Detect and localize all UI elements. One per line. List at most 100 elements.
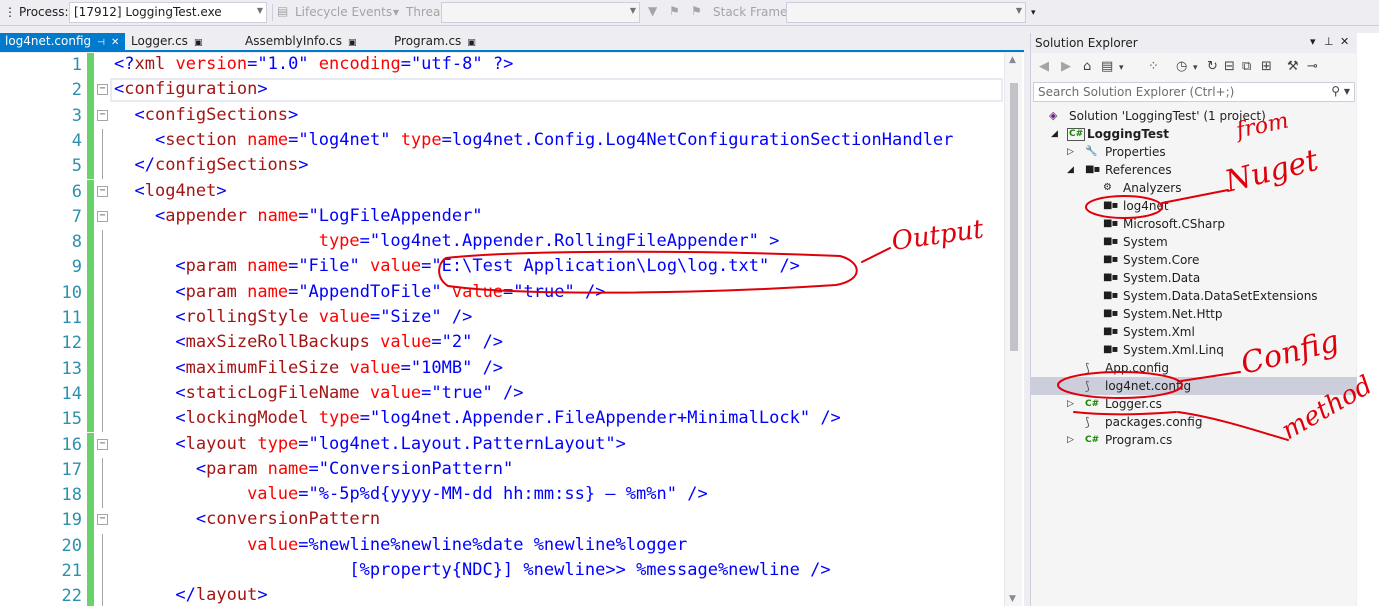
close-icon[interactable]: ✕ <box>1340 35 1349 48</box>
code-text: <param name="ConversionPattern" <box>195 458 514 479</box>
collapse-icon[interactable]: − <box>97 109 108 121</box>
chevron-down-icon[interactable]: ▼ <box>1344 87 1350 96</box>
collapsed-arrow-icon[interactable]: ▷ <box>1067 143 1074 161</box>
tree-item[interactable]: ▷ C# Program.cs <box>1031 431 1357 449</box>
code-line[interactable]: 14 <staticLogFileName value="true" /> <box>0 381 1005 408</box>
search-icon[interactable]: ⚲ <box>1331 84 1340 98</box>
code-line[interactable]: 20 value=%newline%newline%date %newline%… <box>0 533 1005 559</box>
tree-item[interactable]: ■▪ System.Data.DataSetExtensions <box>1031 287 1357 305</box>
tree-item[interactable]: ◢ C# LoggingTest <box>1031 125 1357 143</box>
expanded-arrow-icon[interactable]: ◢ <box>1067 161 1074 179</box>
scroll-up-icon[interactable]: ▲ <box>1009 55 1016 65</box>
code-line[interactable]: 13 <maximumFileSize value="10MB" /> <box>0 356 1005 382</box>
switch-views-icon[interactable]: ▤ <box>1101 59 1113 74</box>
stack-frame-dropdown[interactable]: ▼ <box>786 2 1026 23</box>
tree-item[interactable]: ▷ C# Logger.cs <box>1031 395 1357 413</box>
tab-assemblyinfo-cs[interactable]: AssemblyInfo.cs ▣ <box>240 33 385 50</box>
collapse-icon[interactable]: − <box>97 185 108 197</box>
code-line[interactable]: 18 value="%-5p%d{yyyy-MM-dd hh:mm:ss} – … <box>0 483 1005 509</box>
code-line[interactable]: 12 <maxSizeRollBackups value="2" /> <box>0 331 1005 357</box>
collapsed-arrow-icon[interactable]: ▷ <box>1067 431 1074 449</box>
scrollbar-thumb[interactable] <box>1010 83 1018 351</box>
code-line[interactable]: 9 <param name="File" value="E:\Test Appl… <box>0 255 1005 281</box>
reference-icon: ■▪ <box>1103 272 1118 283</box>
solution-search-input[interactable]: Search Solution Explorer (Ctrl+;) ⚲ ▼ <box>1033 82 1355 102</box>
show-all-files-icon[interactable]: ⧉ <box>1242 59 1251 74</box>
home-icon[interactable]: ⌂ <box>1083 59 1091 74</box>
back-icon[interactable]: ◀ <box>1039 59 1049 74</box>
flagged-threads-icon[interactable]: ⚑ <box>691 4 702 18</box>
lifecycle-events-dropdown-icon[interactable]: ▾ <box>393 5 399 19</box>
tree-item[interactable]: ■▪ Microsoft.CSharp <box>1031 215 1357 233</box>
toolbar-grip[interactable]: ⋮ <box>4 5 16 19</box>
code-line[interactable]: 3 − <configSections> <box>0 103 1005 129</box>
tree-item[interactable]: ⚙ Analyzers <box>1031 179 1357 197</box>
tree-item[interactable]: ■▪ System.Data <box>1031 269 1357 287</box>
code-line[interactable]: 2 − <configuration> <box>0 78 1005 104</box>
code-line[interactable]: 15 <lockingModel type="log4net.Appender.… <box>0 407 1005 433</box>
tree-item[interactable]: ⟆ log4net.config <box>1031 377 1357 395</box>
tree-item[interactable]: ■▪ System.Net.Http <box>1031 305 1357 323</box>
code-line[interactable]: 7 − <appender name="LogFileAppender" <box>0 204 1005 231</box>
change-indicator-bar <box>87 432 94 458</box>
properties-wrench-icon[interactable]: ⚒ <box>1287 59 1299 74</box>
collapse-all-icon[interactable]: ⊟ <box>1224 59 1235 74</box>
collapse-icon[interactable]: − <box>97 514 108 526</box>
filter-icon[interactable]: ▼ <box>648 4 657 18</box>
chevron-down-icon: ▼ <box>256 6 263 15</box>
pending-changes-icon[interactable]: ⁘ <box>1148 59 1159 74</box>
code-line[interactable]: 11 <rollingStyle value="Size" /> <box>0 306 1005 332</box>
pin-icon[interactable]: ⊣ <box>97 38 105 48</box>
preview-icon[interactable]: ⊞ <box>1261 59 1272 74</box>
tree-item[interactable]: ■▪ log4net <box>1031 197 1357 215</box>
tree-item[interactable]: ◈ Solution 'LoggingTest' (1 project) <box>1031 107 1357 125</box>
code-line[interactable]: 21 [%property{NDC}] %newline>> %message%… <box>0 559 1005 585</box>
config-file-icon: ⟆ <box>1085 379 1090 393</box>
solution-explorer-panel: Solution Explorer ▾ ⊥ ✕ ◀ ▶ ⌂ ▤ ▾ ⁘ ◷ ▾ … <box>1030 33 1357 606</box>
expanded-arrow-icon[interactable]: ◢ <box>1051 125 1058 143</box>
collapse-icon[interactable]: − <box>97 438 108 450</box>
history-icon[interactable]: ◷ <box>1176 59 1187 74</box>
code-line[interactable]: 8 type="log4net.Appender.RollingFileAppe… <box>0 230 1005 256</box>
code-line[interactable]: 10 <param name="AppendToFile" value="tru… <box>0 280 1005 306</box>
code-line[interactable]: 1 <?xml version="1.0" encoding="utf-8" ?> <box>0 53 1005 79</box>
tree-item[interactable]: ■▪ System.Xml <box>1031 323 1357 341</box>
reference-icon: ■▪ <box>1103 326 1118 337</box>
tab-logger-cs[interactable]: Logger.cs ▣ <box>126 33 236 50</box>
tree-item[interactable]: ◢ ■▪ References <box>1031 161 1357 179</box>
tab-log4net-config[interactable]: log4net.config ⊣ ✕ <box>0 33 125 50</box>
toggle-flag-icon[interactable]: ⚑ <box>669 4 680 18</box>
collapse-icon[interactable]: − <box>97 210 108 222</box>
pin-icon[interactable]: ⊥ <box>1324 35 1334 48</box>
code-line[interactable]: 22 </layout> <box>0 584 1005 606</box>
tree-item[interactable]: ■▪ System.Xml.Linq <box>1031 341 1357 359</box>
minimize-icon[interactable]: ⊸ <box>1307 59 1318 74</box>
tree-item[interactable]: ■▪ System <box>1031 233 1357 251</box>
collapsed-arrow-icon[interactable]: ▷ <box>1067 395 1074 413</box>
close-icon[interactable]: ✕ <box>111 37 119 48</box>
code-line[interactable]: 6 − <log4net> <box>0 179 1005 205</box>
vertical-scrollbar[interactable]: ▲ ▼ <box>1004 53 1022 606</box>
tree-item[interactable]: ⟆ App.config <box>1031 359 1357 377</box>
code-line[interactable]: 19 − <conversionPattern <box>0 508 1005 534</box>
chevron-down-icon[interactable]: ▾ <box>1119 63 1124 73</box>
tree-item[interactable]: ▷ 🔧 Properties <box>1031 143 1357 161</box>
tree-item[interactable]: ■▪ System.Core <box>1031 251 1357 269</box>
code-line[interactable]: 4 <section name="log4net" type=log4net.C… <box>0 128 1005 155</box>
thread-dropdown[interactable]: ▼ <box>441 2 640 23</box>
code-line[interactable]: 16 − <layout type="log4net.Layout.Pattern… <box>0 432 1005 458</box>
chevron-down-icon[interactable]: ▾ <box>1193 63 1198 73</box>
code-line[interactable]: 5 </configSections> <box>0 154 1005 180</box>
collapse-icon[interactable]: − <box>97 84 108 96</box>
forward-icon[interactable]: ▶ <box>1061 59 1071 74</box>
tab-program-cs[interactable]: Program.cs ▣ <box>389 33 509 50</box>
tree-item[interactable]: ⟆ packages.config <box>1031 413 1357 431</box>
lifecycle-events-button[interactable]: Lifecycle Events <box>295 5 392 19</box>
scroll-down-icon[interactable]: ▼ <box>1009 594 1016 604</box>
refresh-icon[interactable]: ↻ <box>1207 59 1218 74</box>
code-line[interactable]: 17 <param name="ConversionPattern" <box>0 457 1005 484</box>
process-dropdown[interactable]: [17912] LoggingTest.exe ▼ <box>69 2 267 23</box>
code-editor[interactable]: 1 <?xml version="1.0" encoding="utf-8" ?>… <box>0 53 1024 606</box>
toolbar-overflow-icon[interactable]: ▾ <box>1031 8 1036 18</box>
window-position-icon[interactable]: ▾ <box>1310 35 1316 48</box>
